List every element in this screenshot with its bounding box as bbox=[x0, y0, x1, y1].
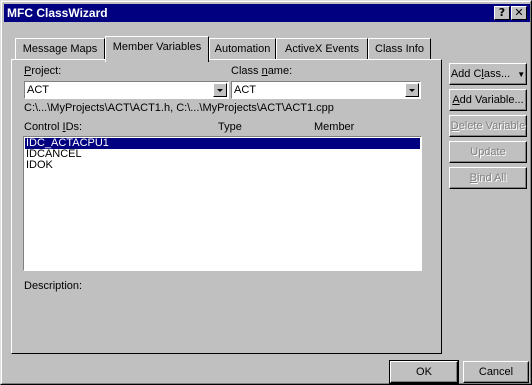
update-columns-button[interactable]: Update Columns bbox=[449, 141, 527, 178]
description-label: Description: bbox=[24, 280, 83, 292]
files-path-label: C:\...\MyProjects\ACT\ACT1.h, C:\...\MyP… bbox=[24, 102, 334, 114]
chevron-down-icon bbox=[409, 89, 415, 92]
tab-automation[interactable]: Automation bbox=[209, 38, 276, 60]
tab-member-variables[interactable]: Member Variables bbox=[105, 36, 209, 62]
control-ids-label: Control IDs: bbox=[24, 121, 83, 133]
project-value: ACT bbox=[27, 84, 49, 96]
tab-class-info[interactable]: Class Info bbox=[368, 38, 431, 60]
bind-all-button[interactable]: Bind All bbox=[449, 167, 527, 189]
help-icon: ? bbox=[498, 6, 506, 19]
tab-label: Automation bbox=[214, 43, 271, 55]
tab-message-maps[interactable]: Message Maps bbox=[15, 38, 105, 60]
cancel-button[interactable]: Cancel bbox=[463, 361, 529, 383]
list-item[interactable]: IDC_ACTACPU1 bbox=[25, 138, 420, 149]
delete-variable-button[interactable]: Delete Variable bbox=[449, 115, 527, 137]
tab-label: Class Info bbox=[375, 43, 424, 55]
add-variable-button[interactable]: Add Variable... bbox=[449, 89, 527, 111]
project-combo[interactable]: ACT bbox=[24, 81, 229, 99]
chevron-down-icon: ▼ bbox=[517, 70, 526, 79]
close-button[interactable]: ✕ bbox=[511, 6, 527, 20]
member-variables-panel: Project: ACT Class name: ACT C:\...\MyPr… bbox=[11, 59, 442, 354]
help-button[interactable]: ? bbox=[494, 6, 510, 20]
list-item[interactable]: IDOK bbox=[25, 160, 53, 171]
tab-activex-events[interactable]: ActiveX Events bbox=[276, 38, 368, 60]
member-column-header: Member bbox=[314, 121, 355, 133]
add-class-button[interactable]: Add Class... ▼ bbox=[449, 63, 527, 85]
class-name-value: ACT bbox=[234, 84, 256, 96]
tab-label: Member Variables bbox=[112, 41, 202, 53]
class-name-combo[interactable]: ACT bbox=[231, 81, 421, 99]
ok-button[interactable]: OK bbox=[389, 360, 459, 384]
chevron-down-icon bbox=[217, 89, 223, 92]
project-dropdown-button[interactable] bbox=[213, 83, 227, 97]
window-title: MFC ClassWizard bbox=[7, 6, 108, 20]
class-name-dropdown-button[interactable] bbox=[405, 83, 419, 97]
class-name-label: Class name: bbox=[231, 65, 293, 77]
dialog-frame: MFC ClassWizard ? ✕ Message Maps Member … bbox=[1, 1, 531, 384]
title-bar[interactable]: MFC ClassWizard ? ✕ bbox=[4, 4, 530, 22]
type-column-header: Type bbox=[218, 121, 242, 133]
project-label: Project: bbox=[24, 65, 62, 77]
mfc-classwizard-dialog: MFC ClassWizard ? ✕ Message Maps Member … bbox=[0, 0, 532, 385]
close-icon: ✕ bbox=[514, 6, 524, 19]
tab-label: Message Maps bbox=[22, 43, 98, 55]
control-ids-list[interactable]: IDC_ACTACPU1 IDCANCEL IDOK bbox=[23, 136, 422, 271]
tab-label: ActiveX Events bbox=[285, 43, 359, 55]
